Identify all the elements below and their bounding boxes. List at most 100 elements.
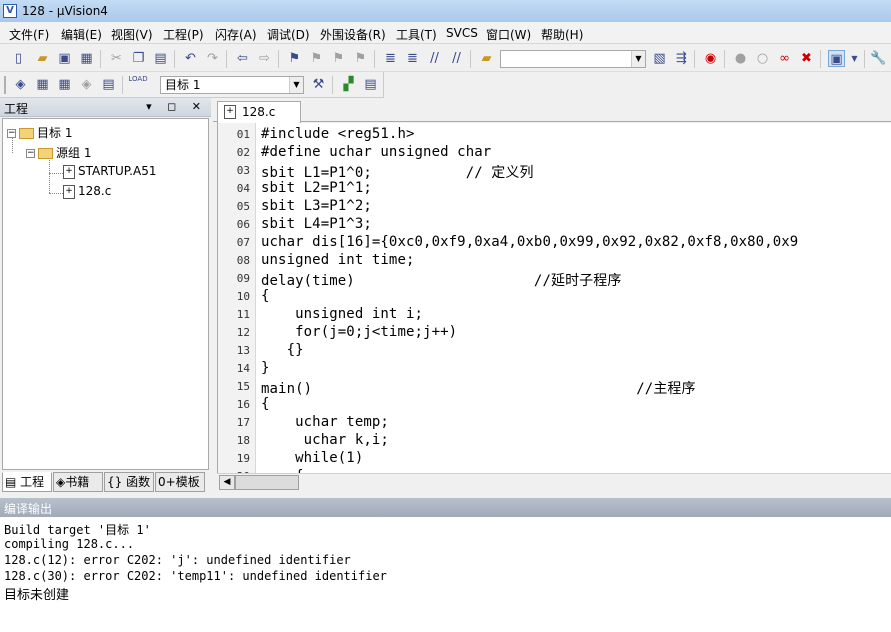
rebuild-icon[interactable]: ▦: [56, 76, 73, 93]
tab-128-c[interactable]: + 128.c: [217, 101, 301, 123]
menu-svcs[interactable]: SVCS: [446, 26, 478, 40]
new-file-icon[interactable]: ▯: [10, 50, 27, 67]
target-options-icon[interactable]: ⚒: [310, 76, 327, 93]
menu-help[interactable]: 帮助(H): [541, 26, 583, 43]
cut-icon[interactable]: ✂: [108, 50, 125, 67]
select-packs-icon[interactable]: ▤: [362, 76, 379, 93]
tab-label: 函数: [126, 475, 151, 489]
tab-templates[interactable]: 0+模板: [155, 472, 205, 492]
menu-peripherals[interactable]: 外围设备(R): [320, 26, 386, 43]
code-line[interactable]: {: [261, 288, 270, 304]
translate-icon[interactable]: ◈: [12, 76, 29, 93]
tree-item-file[interactable]: + STARTUP.A51: [63, 164, 156, 179]
project-panel-title: 工程: [4, 102, 29, 116]
bookmark-icon[interactable]: ⚑: [286, 50, 303, 67]
uncomment-icon[interactable]: //: [448, 50, 465, 67]
code-line[interactable]: for(j=0;j<time;j++): [261, 324, 457, 340]
window-layout-icon[interactable]: ▣: [828, 50, 845, 67]
toolbar-separator: [820, 50, 821, 68]
download-icon[interactable]: LOAD: [128, 75, 148, 92]
code-line[interactable]: {: [261, 396, 270, 412]
tab-project[interactable]: ▤ 工程: [2, 472, 52, 492]
code-line[interactable]: while(1): [261, 450, 363, 466]
copy-icon[interactable]: ❐: [130, 50, 147, 67]
incremental-find-icon[interactable]: ⇶: [673, 50, 690, 67]
editor-tabs: + 128.c: [213, 98, 891, 123]
menu-window[interactable]: 窗口(W): [486, 26, 531, 43]
code-line[interactable]: uchar k,i;: [261, 432, 389, 448]
disable-breakpoint-icon[interactable]: ○: [754, 50, 771, 67]
code-line[interactable]: unsigned int time;: [261, 252, 415, 268]
code-editor[interactable]: 0102030405060708091011121314151617181920…: [217, 123, 891, 473]
scroll-left-icon[interactable]: ◀: [219, 475, 235, 490]
manage-components-icon[interactable]: ▞: [340, 76, 357, 93]
menu-tools[interactable]: 工具(T): [396, 26, 437, 43]
navigate-back-icon[interactable]: ⇦: [234, 50, 251, 67]
open-folder-icon[interactable]: ▰: [34, 50, 51, 67]
chevron-down-icon[interactable]: ▼: [846, 50, 863, 67]
batch-build-icon[interactable]: ◈: [78, 76, 95, 93]
kill-all-breakpoints-icon[interactable]: ✖: [798, 50, 815, 67]
menu-edit[interactable]: 编辑(E): [61, 26, 102, 43]
code-line[interactable]: uchar dis[16]={0xc0,0xf9,0xa4,0xb0,0x99,…: [261, 234, 798, 250]
menu-project[interactable]: 工程(P): [163, 26, 204, 43]
menu-debug[interactable]: 调试(D): [267, 26, 310, 43]
toolbar-separator: [122, 76, 123, 94]
debug-session-icon[interactable]: ◉: [702, 50, 719, 67]
code-line[interactable]: delay(time) //延时子程序: [261, 270, 621, 290]
collapse-icon[interactable]: −: [7, 129, 16, 138]
code-line[interactable]: #define uchar unsigned char: [261, 144, 491, 160]
line-number: 12: [236, 326, 250, 339]
code-line[interactable]: main() //主程序: [261, 378, 696, 398]
target-select[interactable]: 目标 1 ▼: [160, 76, 304, 94]
tab-books[interactable]: ◈书籍: [53, 472, 103, 492]
prev-bookmark-icon[interactable]: ⚑: [308, 50, 325, 67]
comment-icon[interactable]: //: [426, 50, 443, 67]
find-in-files-icon[interactable]: ▰: [478, 50, 495, 67]
scrollbar-thumb[interactable]: [235, 475, 299, 490]
navigate-forward-icon[interactable]: ⇨: [256, 50, 273, 67]
build-icon[interactable]: ▦: [34, 76, 51, 93]
code-line[interactable]: sbit L3=P1^2;: [261, 198, 372, 214]
tree-item-group[interactable]: − 源组 1: [26, 144, 91, 161]
save-icon[interactable]: ▣: [56, 50, 73, 67]
menu-flash[interactable]: 闪存(A): [215, 26, 257, 43]
breakpoint-icon[interactable]: ●: [732, 50, 749, 67]
tab-functions[interactable]: {} 函数: [104, 472, 154, 492]
code-line[interactable]: unsigned int i;: [261, 306, 423, 322]
tab-label: 工程: [20, 475, 45, 489]
chevron-down-icon[interactable]: ▼: [289, 77, 303, 93]
save-all-icon[interactable]: ▦: [78, 50, 95, 67]
code-line[interactable]: {}: [261, 342, 304, 358]
menu-file[interactable]: 文件(F): [9, 26, 49, 43]
chevron-down-icon[interactable]: ▼: [631, 51, 645, 67]
clear-bookmarks-icon[interactable]: ⚑: [352, 50, 369, 67]
code-line[interactable]: sbit L4=P1^3;: [261, 216, 372, 232]
tree-item-target[interactable]: − 目标 1: [7, 124, 72, 141]
unindent-icon[interactable]: ≣: [404, 50, 421, 67]
paste-icon[interactable]: ▤: [152, 50, 169, 67]
configure-icon[interactable]: 🔧: [870, 50, 887, 67]
code-line[interactable]: sbit L2=P1^1;: [261, 180, 372, 196]
line-number: 14: [236, 362, 250, 375]
indent-icon[interactable]: ≣: [382, 50, 399, 67]
panel-controls[interactable]: ▾ ◻ ✕: [146, 100, 207, 113]
next-bookmark-icon[interactable]: ⚑: [330, 50, 347, 67]
project-tabs: ▤ 工程 ◈书籍 {} 函数 0+模板: [0, 472, 211, 492]
undo-icon[interactable]: ↶: [182, 50, 199, 67]
code-line[interactable]: }: [261, 360, 270, 376]
find-icon[interactable]: ▧: [651, 50, 668, 67]
collapse-icon[interactable]: −: [26, 149, 35, 158]
horizontal-scrollbar[interactable]: ◀: [217, 473, 891, 490]
tree-file-label: 128.c: [78, 184, 112, 198]
window-title: 128 - µVision4: [22, 4, 108, 18]
menu-view[interactable]: 视图(V): [111, 26, 153, 43]
tree-item-file[interactable]: +128.c: [63, 184, 111, 199]
code-line[interactable]: #include <reg51.h>: [261, 126, 415, 142]
code-line[interactable]: uchar temp;: [261, 414, 389, 430]
code-line[interactable]: sbit L1=P1^0; // 定义列: [261, 162, 534, 182]
disable-all-breakpoints-icon[interactable]: ∞: [776, 50, 793, 67]
redo-icon[interactable]: ↷: [204, 50, 221, 67]
find-combo[interactable]: ▼: [500, 50, 646, 68]
stop-build-icon[interactable]: ▤: [100, 76, 117, 93]
